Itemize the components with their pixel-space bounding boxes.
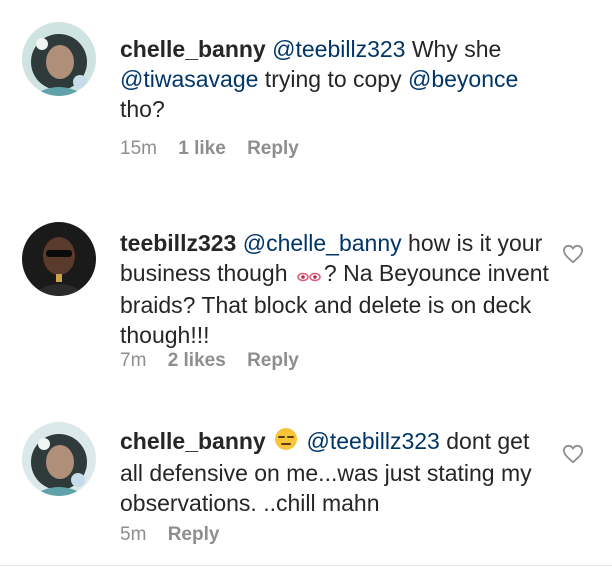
avatar[interactable]: [22, 222, 96, 296]
reply-button[interactable]: Reply: [247, 138, 299, 159]
comment-username[interactable]: chelle_banny: [120, 36, 266, 62]
comment-text: teebillz323 @chelle_banny how is it your…: [120, 228, 550, 350]
mention-link[interactable]: @chelle_banny: [243, 230, 402, 256]
comment-likes[interactable]: 2 likes: [168, 350, 226, 371]
comment-text: chelle_banny @teebillz323 dont get all d…: [120, 426, 550, 518]
heart-outline-icon[interactable]: [562, 244, 584, 264]
bottom-divider: [0, 565, 612, 566]
comment-username[interactable]: teebillz323: [120, 230, 236, 256]
avatar[interactable]: [22, 422, 96, 496]
comment-time: 15m: [120, 138, 157, 159]
comment-likes[interactable]: 1 like: [178, 138, 226, 159]
comment-meta: 5m Reply: [120, 524, 235, 546]
comment-text-part: tho?: [120, 96, 165, 122]
comment-username[interactable]: chelle_banny: [120, 428, 266, 454]
unamused-face-emoji: [274, 427, 298, 458]
comment-time: 7m: [120, 350, 147, 371]
reply-button[interactable]: Reply: [168, 524, 220, 545]
comment-meta: 15m 1 like Reply: [120, 138, 315, 160]
mention-link[interactable]: @teebillz323: [307, 428, 440, 454]
comment-text-part: trying to copy: [258, 66, 408, 92]
eyes-emoji: [296, 260, 322, 290]
comment-meta: 7m 2 likes Reply: [120, 350, 315, 372]
mention-link[interactable]: @beyonce: [408, 66, 518, 92]
mention-link[interactable]: @tiwasavage: [120, 66, 258, 92]
mention-link[interactable]: @teebillz323: [272, 36, 405, 62]
reply-button[interactable]: Reply: [247, 350, 299, 371]
comment-text: chelle_banny @teebillz323 Why she @tiwas…: [120, 34, 550, 124]
avatar[interactable]: [22, 22, 96, 96]
comment-text-part: Why she: [405, 36, 502, 62]
heart-outline-icon[interactable]: [562, 444, 584, 464]
comment-time: 5m: [120, 524, 147, 545]
